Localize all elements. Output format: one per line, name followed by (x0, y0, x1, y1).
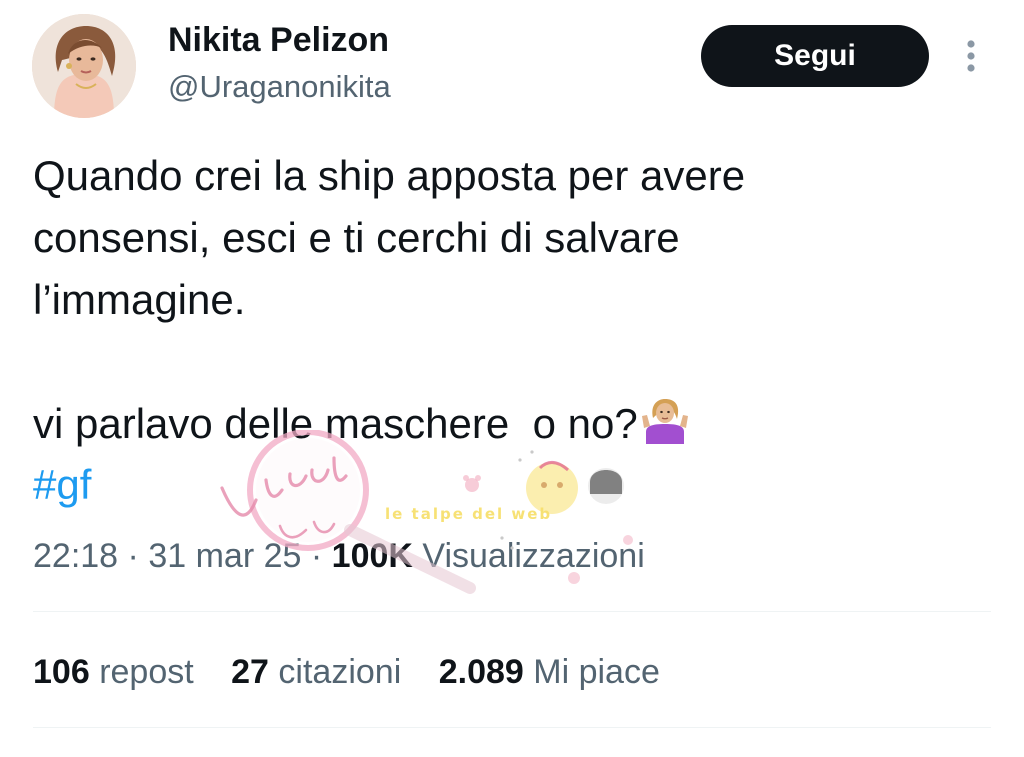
reposts-label: repost (99, 653, 194, 691)
engagement-stats: 106 repost 27 citazioni 2.089 Mi piace (33, 650, 688, 694)
avatar-photo (32, 14, 136, 118)
likes-count: 2.089 (438, 653, 524, 691)
quotes-stat[interactable]: 27 citazioni (231, 650, 401, 694)
tweet-text: Quando crei la ship apposta per avere co… (33, 145, 983, 461)
views-count: 100K (331, 537, 413, 575)
views-label: Visualizzazioni (422, 537, 645, 575)
divider (33, 611, 991, 612)
author-avatar[interactable] (32, 14, 136, 118)
author-handle[interactable]: @Uraganonikita (168, 68, 391, 106)
hashtag-link[interactable]: #gf (33, 457, 91, 513)
tweet-time[interactable]: 22:18 (33, 537, 118, 575)
reposts-stat[interactable]: 106 repost (33, 650, 194, 694)
tweet-line: l’immagine. (33, 276, 246, 323)
more-vertical-icon[interactable] (958, 36, 984, 76)
person-shrugging-emoji (640, 398, 690, 461)
reposts-count: 106 (33, 653, 90, 691)
author-display-name[interactable]: Nikita Pelizon (168, 20, 389, 60)
quotes-count: 27 (231, 653, 269, 691)
likes-stat[interactable]: 2.089 Mi piace (439, 650, 660, 694)
divider (33, 727, 991, 728)
meta-separator: · (127, 537, 139, 575)
meta-separator: · (310, 537, 323, 575)
tweet-line-text: vi parlavo delle maschere o no? (33, 400, 638, 447)
tweet-line: consensi, esci e ti cerchi di salvare (33, 214, 680, 261)
tweet-line: vi parlavo delle maschere o no? (33, 393, 983, 461)
quotes-label: citazioni (278, 653, 402, 691)
tweet-meta: 22:18 · 31 mar 25 · 100K Visualizzazioni (33, 534, 645, 578)
tweet-line: Quando crei la ship apposta per avere (33, 152, 746, 199)
likes-label: Mi piace (533, 653, 660, 691)
tweet-date[interactable]: 31 mar 25 (148, 537, 301, 575)
follow-button[interactable]: Segui (701, 25, 929, 87)
watermark-text: le talpe del web (385, 505, 553, 523)
